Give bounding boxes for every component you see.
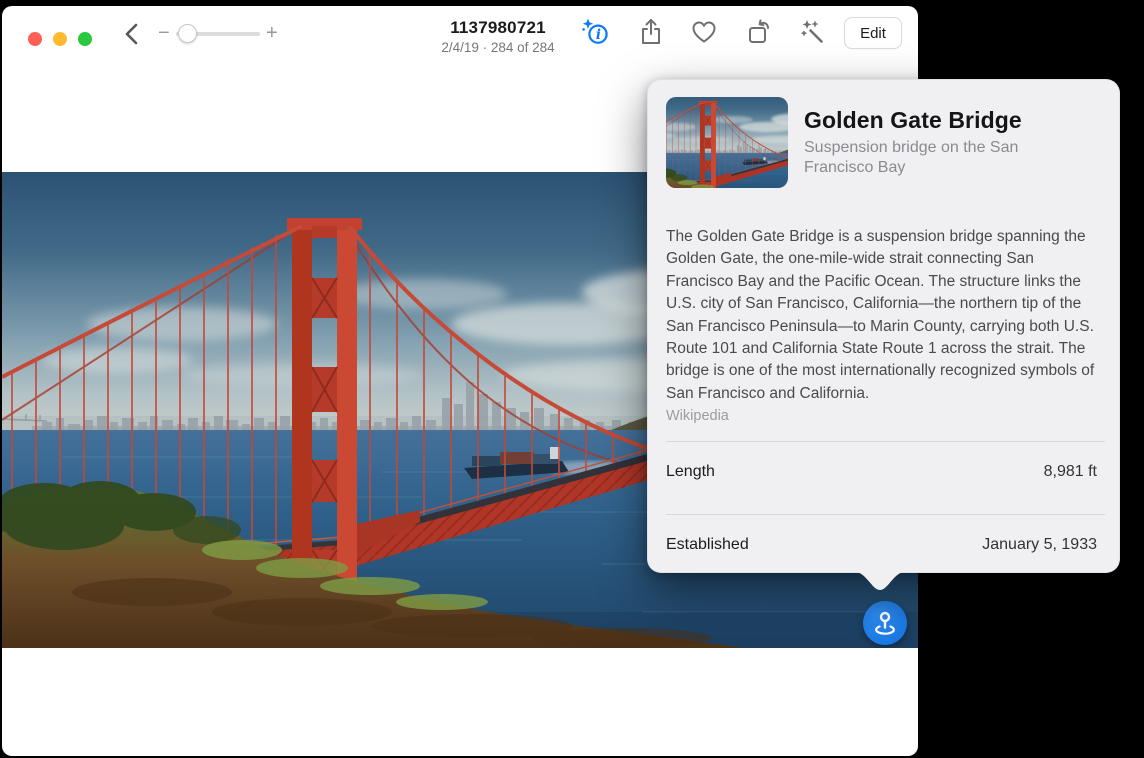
rotate-button[interactable] <box>741 14 777 50</box>
edit-button[interactable]: Edit <box>844 17 902 49</box>
lookup-thumbnail <box>666 97 788 188</box>
zoom-out-button[interactable]: − <box>158 19 170 47</box>
visual-lookup-landmark-button[interactable] <box>863 601 907 645</box>
sparkle-info-circle-icon: i <box>579 16 611 48</box>
fact-label-length: Length <box>666 463 715 481</box>
zoom-slider: − + <box>152 18 286 48</box>
share-button[interactable] <box>633 14 669 50</box>
desktop-background: − + 1137980721 2/4/19 · 284 of 284 i <box>0 0 1144 758</box>
back-button[interactable] <box>118 20 146 48</box>
zoom-slider-knob[interactable] <box>178 24 197 43</box>
rotate-icon <box>745 18 773 46</box>
favorite-button[interactable] <box>686 14 722 50</box>
share-icon <box>638 17 664 47</box>
zoom-window-button[interactable] <box>78 32 92 46</box>
chevron-left-icon <box>121 20 143 48</box>
fact-value-length: 8,981 ft <box>1044 463 1097 481</box>
map-pin-and-ellipse-icon <box>870 608 900 638</box>
lookup-popup: Golden Gate Bridge Suspension bridge on … <box>647 79 1120 573</box>
visual-lookup-info-button[interactable]: i <box>577 14 613 50</box>
minimize-window-button[interactable] <box>53 32 67 46</box>
lookup-subtitle: Suspension bridge on the San Francisco B… <box>804 138 1054 178</box>
divider <box>666 441 1105 442</box>
wikipedia-source-link[interactable]: Wikipedia <box>666 408 729 424</box>
lookup-description: The Golden Gate Bridge is a suspension b… <box>666 226 1104 405</box>
close-window-button[interactable] <box>28 32 42 46</box>
heart-icon <box>690 19 718 45</box>
fact-value-established: January 5, 1933 <box>982 536 1097 554</box>
divider <box>666 514 1105 515</box>
popup-tail <box>855 572 905 592</box>
zoom-in-button[interactable]: + <box>266 19 278 47</box>
svg-text:i: i <box>596 27 601 43</box>
fact-label-established: Established <box>666 536 749 554</box>
auto-enhance-button[interactable] <box>795 14 831 50</box>
wand-and-stars-icon <box>799 18 827 46</box>
lookup-title: Golden Gate Bridge <box>804 107 1022 134</box>
